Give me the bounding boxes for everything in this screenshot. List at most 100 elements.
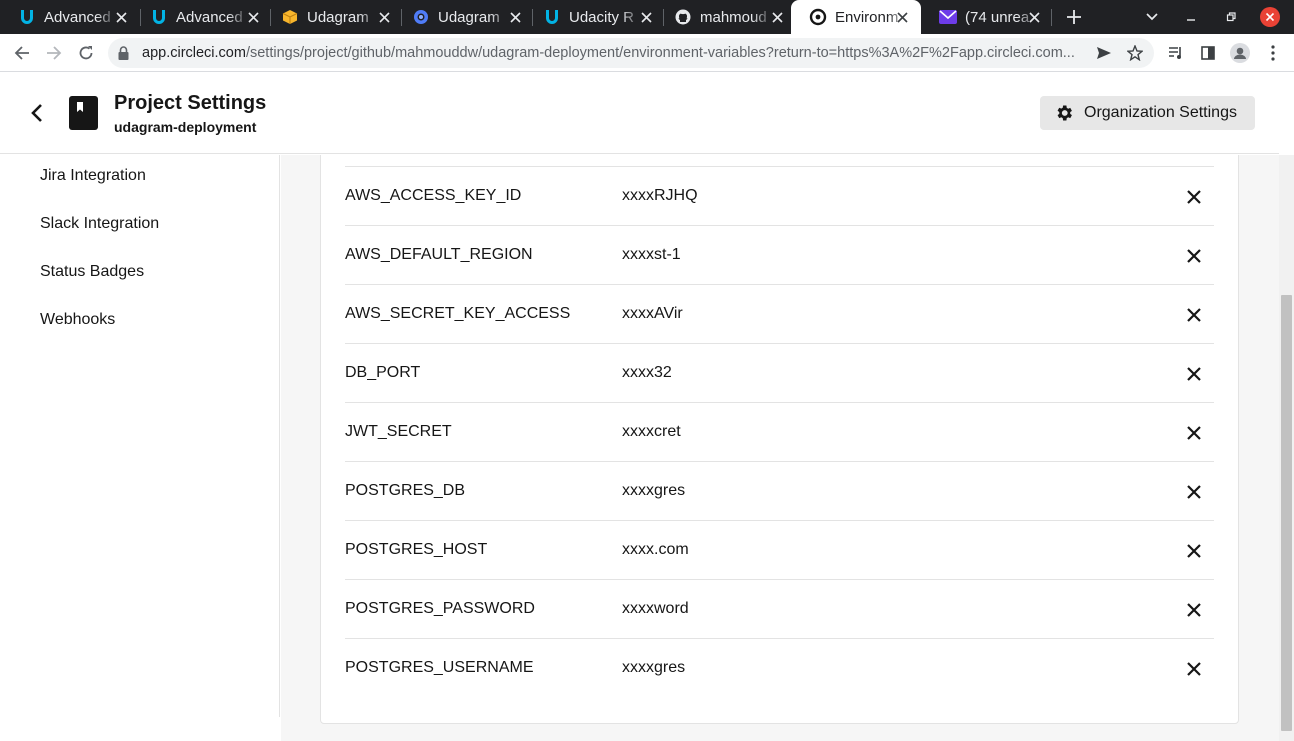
env-var-name: POSTGRES_DB bbox=[345, 482, 466, 499]
address-bar[interactable]: app.circleci.com/settings/project/github… bbox=[108, 38, 1154, 68]
browser-tab-active[interactable]: Environm bbox=[791, 0, 921, 34]
table-row: AWS_ACCESS_KEY_ID xxxxRJHQ bbox=[345, 167, 1214, 226]
url-text[interactable]: app.circleci.com/settings/project/github… bbox=[142, 45, 1087, 61]
table-row: AWS_SECRET_KEY_ACCESS xxxxAVir bbox=[345, 285, 1214, 344]
env-var-value: xxxx.com bbox=[622, 541, 689, 558]
udacity-icon bbox=[543, 8, 561, 26]
send-to-devices-icon[interactable] bbox=[1094, 44, 1114, 62]
tab-title: Udacity R bbox=[569, 8, 635, 26]
circle-app-icon bbox=[412, 8, 430, 26]
tab-search-chevron-icon[interactable] bbox=[1140, 6, 1164, 28]
tab-close-icon[interactable] bbox=[244, 8, 262, 26]
env-var-value: xxxxgres bbox=[622, 482, 686, 499]
project-book-icon bbox=[69, 96, 98, 130]
settings-sidebar: Jira Integration Slack Integration Statu… bbox=[0, 155, 280, 717]
browser-tab[interactable]: Udagram bbox=[263, 0, 403, 34]
udacity-icon bbox=[150, 8, 168, 26]
browser-tab-strip: Advanced Advanced Udagram Udagram Udacit… bbox=[0, 0, 1294, 34]
tab-title: Udagram bbox=[307, 8, 369, 26]
table-row: POSTGRES_HOST xxxx.com bbox=[345, 521, 1214, 580]
tab-title: Advanced bbox=[44, 8, 111, 26]
restore-icon[interactable] bbox=[1219, 6, 1243, 28]
browser-menu-icon[interactable] bbox=[1263, 43, 1283, 63]
tab-close-icon[interactable] bbox=[637, 8, 655, 26]
browser-tab[interactable]: mahmoud bbox=[656, 0, 796, 34]
side-panel-icon[interactable] bbox=[1198, 43, 1218, 63]
tab-close-icon[interactable] bbox=[375, 8, 393, 26]
main-content: AWS_ACCESS_KEY_ID xxxxRJHQ AWS_DEFAULT_R… bbox=[281, 155, 1279, 741]
back-arrow-icon[interactable] bbox=[9, 41, 35, 65]
env-var-name: POSTGRES_PASSWORD bbox=[345, 600, 535, 617]
organization-settings-label: Organization Settings bbox=[1084, 104, 1237, 121]
sidebar-item-webhooks[interactable]: Webhooks bbox=[40, 311, 115, 329]
table-row: DB_PORT xxxx32 bbox=[345, 344, 1214, 403]
delete-x-icon[interactable] bbox=[1183, 540, 1205, 562]
environment-variables-card: AWS_ACCESS_KEY_ID xxxxRJHQ AWS_DEFAULT_R… bbox=[320, 155, 1239, 724]
env-var-name: AWS_SECRET_KEY_ACCESS bbox=[345, 305, 571, 322]
tab-close-icon[interactable] bbox=[893, 8, 911, 26]
env-var-name: POSTGRES_USERNAME bbox=[345, 659, 534, 676]
aws-cube-icon bbox=[281, 8, 299, 26]
table-row: JWT_SECRET xxxxcret bbox=[345, 403, 1214, 462]
tab-close-icon[interactable] bbox=[1025, 8, 1043, 26]
env-var-value: xxxxAVir bbox=[622, 305, 683, 322]
lock-icon[interactable] bbox=[118, 46, 129, 65]
page-scrollbar-thumb[interactable] bbox=[1281, 295, 1292, 731]
new-tab-plus-icon[interactable] bbox=[1062, 6, 1086, 28]
url-path: /settings/project/github/mahmouddw/udagr… bbox=[245, 45, 1075, 61]
bookmark-star-icon[interactable] bbox=[1125, 44, 1145, 62]
github-icon bbox=[674, 8, 692, 26]
env-var-value: xxxx32 bbox=[622, 364, 672, 381]
tab-title: Udagram bbox=[438, 8, 500, 26]
forward-arrow-icon[interactable] bbox=[41, 41, 67, 65]
env-var-value: xxxxword bbox=[622, 600, 689, 617]
browser-tab[interactable]: Udacity R bbox=[525, 0, 665, 34]
env-var-name: AWS_ACCESS_KEY_ID bbox=[345, 187, 522, 204]
browser-tab[interactable]: Udagram bbox=[394, 0, 534, 34]
table-row: POSTGRES_DB xxxxgres bbox=[345, 462, 1214, 521]
env-var-value: xxxxcret bbox=[622, 423, 681, 440]
delete-x-icon[interactable] bbox=[1183, 186, 1205, 208]
project-name: udagram-deployment bbox=[114, 119, 257, 135]
browser-tab[interactable]: (74 unrea bbox=[921, 0, 1053, 34]
delete-x-icon[interactable] bbox=[1183, 363, 1205, 385]
env-var-name: JWT_SECRET bbox=[345, 423, 452, 440]
page-title: Project Settings bbox=[114, 92, 267, 114]
reload-icon[interactable] bbox=[73, 41, 99, 65]
env-var-value: xxxxgres bbox=[622, 659, 686, 676]
delete-x-icon[interactable] bbox=[1183, 245, 1205, 267]
env-var-name: AWS_DEFAULT_REGION bbox=[345, 246, 533, 263]
tab-close-icon[interactable] bbox=[112, 8, 130, 26]
env-var-name: POSTGRES_HOST bbox=[345, 541, 488, 558]
window-close-icon[interactable] bbox=[1258, 6, 1282, 28]
url-host: app.circleci.com bbox=[142, 45, 246, 61]
page-header: Project Settings udagram-deployment Orga… bbox=[0, 72, 1279, 154]
circleci-icon bbox=[809, 8, 827, 26]
delete-x-icon[interactable] bbox=[1183, 481, 1205, 503]
sidebar-item-slack-integration[interactable]: Slack Integration bbox=[40, 215, 159, 233]
mail-icon bbox=[939, 8, 957, 26]
gear-icon bbox=[1053, 102, 1075, 124]
browser-tab[interactable]: Advanced bbox=[0, 0, 140, 34]
delete-x-icon[interactable] bbox=[1183, 304, 1205, 326]
browser-toolbar: app.circleci.com/settings/project/github… bbox=[0, 34, 1294, 72]
tab-title: mahmoud bbox=[700, 8, 767, 26]
profile-avatar-icon[interactable] bbox=[1230, 43, 1250, 63]
env-var-value: xxxxst-1 bbox=[622, 246, 681, 263]
delete-x-icon[interactable] bbox=[1183, 422, 1205, 444]
media-queue-icon[interactable] bbox=[1166, 43, 1186, 63]
delete-x-icon[interactable] bbox=[1183, 658, 1205, 680]
sidebar-item-status-badges[interactable]: Status Badges bbox=[40, 263, 144, 281]
tab-close-icon[interactable] bbox=[768, 8, 786, 26]
env-var-value: xxxxRJHQ bbox=[622, 187, 698, 204]
tab-close-icon[interactable] bbox=[506, 8, 524, 26]
tab-title: Advanced bbox=[176, 8, 243, 26]
organization-settings-button[interactable]: Organization Settings bbox=[1040, 96, 1255, 130]
table-row: AWS_DEFAULT_REGION xxxxst-1 bbox=[345, 226, 1214, 285]
sidebar-item-jira-integration[interactable]: Jira Integration bbox=[40, 167, 146, 185]
delete-x-icon[interactable] bbox=[1183, 599, 1205, 621]
browser-tab[interactable]: Advanced bbox=[132, 0, 272, 34]
minimize-icon[interactable] bbox=[1179, 6, 1203, 28]
back-chevron-icon[interactable] bbox=[26, 102, 48, 124]
tab-separator bbox=[1051, 9, 1052, 26]
